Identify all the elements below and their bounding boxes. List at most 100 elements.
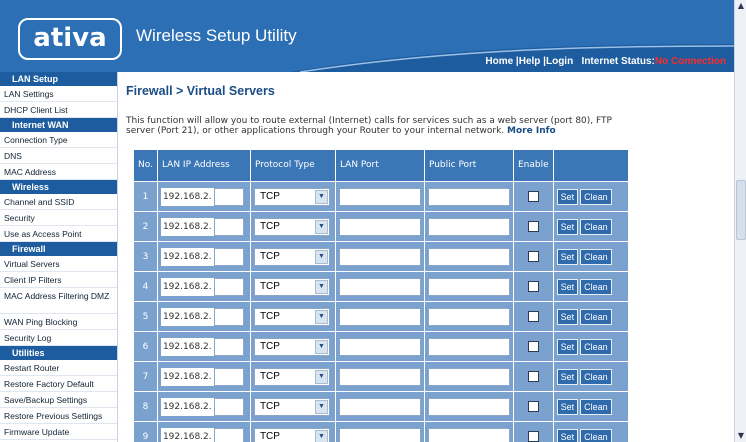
public-port-input[interactable]	[427, 217, 510, 236]
sidebar-item[interactable]: Virtual Servers	[0, 256, 117, 272]
enable-checkbox[interactable]	[527, 431, 539, 442]
sidebar-item[interactable]: WAN Ping Blocking	[0, 314, 117, 330]
clean-button[interactable]: Clean	[580, 398, 612, 415]
sidebar-item[interactable]: Client IP Filters	[0, 272, 117, 288]
set-button[interactable]: Set	[556, 368, 579, 385]
set-button[interactable]: Set	[556, 188, 579, 205]
chevron-down-icon[interactable]: ▼	[314, 309, 328, 324]
public-port-input[interactable]	[427, 277, 510, 296]
chevron-down-icon[interactable]: ▼	[314, 429, 328, 442]
public-port-input[interactable]	[427, 427, 510, 442]
set-button[interactable]: Set	[556, 218, 579, 235]
set-button[interactable]: Set	[556, 248, 579, 265]
lan-port-input[interactable]	[338, 187, 421, 206]
sidebar-item[interactable]: Connection Type	[0, 132, 117, 148]
lan-port-cell	[335, 182, 424, 211]
set-button[interactable]: Set	[556, 428, 579, 442]
clean-button[interactable]: Clean	[580, 248, 612, 265]
lan-port-input[interactable]	[338, 367, 421, 386]
enable-checkbox[interactable]	[527, 341, 539, 352]
chevron-down-icon[interactable]: ▼	[314, 249, 328, 264]
protocol-select[interactable]: TCP ▼	[253, 397, 330, 416]
sidebar-item[interactable]: MAC Address	[0, 164, 117, 180]
sidebar-item[interactable]: Restart Router	[0, 360, 117, 376]
clean-button[interactable]: Clean	[580, 338, 612, 355]
scrollbar-thumb[interactable]	[736, 180, 746, 240]
chevron-down-icon[interactable]: ▼	[314, 339, 328, 354]
protocol-select[interactable]: TCP ▼	[253, 337, 330, 356]
protocol-select[interactable]: TCP ▼	[253, 307, 330, 326]
public-port-input[interactable]	[427, 307, 510, 326]
lan-port-input[interactable]	[338, 307, 421, 326]
ip-last-octet-input[interactable]	[213, 277, 244, 296]
ip-last-octet-input[interactable]	[213, 367, 244, 386]
home-link[interactable]: Home	[485, 56, 513, 67]
sidebar-item[interactable]: Firmware Update	[0, 424, 117, 440]
arrow-down-icon[interactable]: ▼	[736, 431, 746, 441]
sidebar-item[interactable]: Restore Factory Default	[0, 376, 117, 392]
vertical-scrollbar[interactable]: ▲ ▼	[734, 0, 746, 442]
ip-last-octet-input[interactable]	[213, 337, 244, 356]
public-port-input[interactable]	[427, 397, 510, 416]
enable-checkbox[interactable]	[527, 281, 539, 292]
clean-button[interactable]: Clean	[580, 368, 612, 385]
ip-last-octet-input[interactable]	[213, 247, 244, 266]
ativa-logo[interactable]: ativa	[18, 18, 122, 60]
lan-port-input[interactable]	[338, 427, 421, 442]
lan-port-input[interactable]	[338, 397, 421, 416]
sidebar-item[interactable]: MAC Address Filtering DMZ	[0, 288, 117, 314]
protocol-select[interactable]: TCP ▼	[253, 367, 330, 386]
clean-button[interactable]: Clean	[580, 218, 612, 235]
sidebar-item[interactable]: Save/Backup Settings	[0, 392, 117, 408]
public-port-input[interactable]	[427, 247, 510, 266]
public-port-input[interactable]	[427, 367, 510, 386]
lan-port-input[interactable]	[338, 217, 421, 236]
public-port-input[interactable]	[427, 337, 510, 356]
chevron-down-icon[interactable]: ▼	[314, 189, 328, 204]
clean-button[interactable]: Clean	[580, 308, 612, 325]
set-button[interactable]: Set	[556, 278, 579, 295]
protocol-select[interactable]: TCP ▼	[253, 277, 330, 296]
protocol-select[interactable]: TCP ▼	[253, 187, 330, 206]
chevron-down-icon[interactable]: ▼	[314, 279, 328, 294]
ip-last-octet-input[interactable]	[213, 187, 244, 206]
protocol-select[interactable]: TCP ▼	[253, 247, 330, 266]
clean-button[interactable]: Clean	[580, 278, 612, 295]
enable-checkbox[interactable]	[527, 221, 539, 232]
login-link[interactable]: Login	[546, 56, 573, 67]
set-button[interactable]: Set	[556, 308, 579, 325]
chevron-down-icon[interactable]: ▼	[314, 399, 328, 414]
chevron-down-icon[interactable]: ▼	[314, 369, 328, 384]
sidebar-item[interactable]: Restore Previous Settings	[0, 408, 117, 424]
enable-checkbox[interactable]	[527, 401, 539, 412]
sidebar-item[interactable]: DHCP Client List	[0, 102, 117, 118]
sidebar-item[interactable]: Channel and SSID	[0, 194, 117, 210]
sidebar-item[interactable]: Security	[0, 210, 117, 226]
public-port-input[interactable]	[427, 187, 510, 206]
clean-button[interactable]: Clean	[580, 428, 612, 442]
clean-button[interactable]: Clean	[580, 188, 612, 205]
protocol-select[interactable]: TCP ▼	[253, 217, 330, 236]
lan-port-input[interactable]	[338, 337, 421, 356]
set-button[interactable]: Set	[556, 338, 579, 355]
sidebar-item[interactable]: Use as Access Point	[0, 226, 117, 242]
help-link[interactable]: Help	[519, 56, 541, 67]
sidebar-item[interactable]: LAN Settings	[0, 86, 117, 102]
enable-checkbox[interactable]	[527, 311, 539, 322]
enable-checkbox[interactable]	[527, 191, 539, 202]
lan-port-input[interactable]	[338, 247, 421, 266]
set-button[interactable]: Set	[556, 398, 579, 415]
ip-last-octet-input[interactable]	[213, 217, 244, 236]
ip-last-octet-input[interactable]	[213, 307, 244, 326]
sidebar-item[interactable]: DNS	[0, 148, 117, 164]
chevron-down-icon[interactable]: ▼	[314, 219, 328, 234]
lan-port-input[interactable]	[338, 277, 421, 296]
enable-checkbox[interactable]	[527, 371, 539, 382]
protocol-select[interactable]: TCP ▼	[253, 427, 330, 442]
more-info-link[interactable]: More Info	[507, 126, 556, 136]
arrow-up-icon[interactable]: ▲	[736, 1, 746, 11]
sidebar-item[interactable]: Security Log	[0, 330, 117, 346]
enable-checkbox[interactable]	[527, 251, 539, 262]
ip-last-octet-input[interactable]	[213, 427, 244, 442]
ip-last-octet-input[interactable]	[213, 397, 244, 416]
